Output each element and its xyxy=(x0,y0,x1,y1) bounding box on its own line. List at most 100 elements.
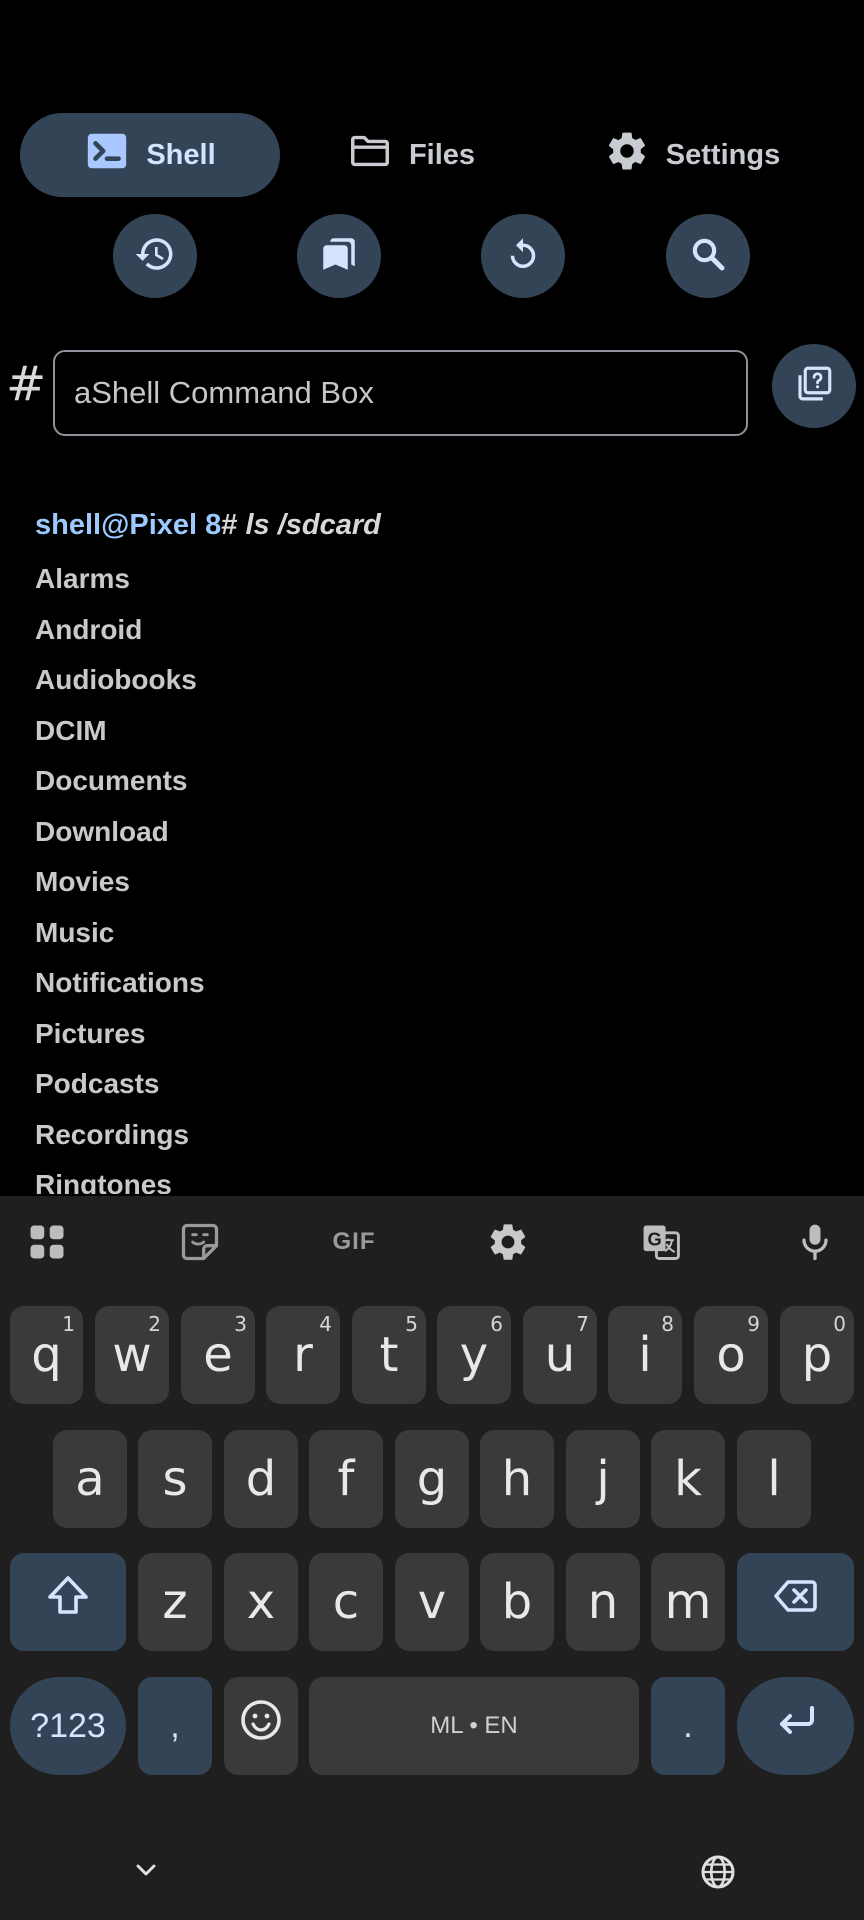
key-g[interactable]: g xyxy=(395,1430,469,1528)
enter-key[interactable] xyxy=(737,1677,854,1775)
tab-shell-label: Shell xyxy=(146,138,216,171)
command-help-icon xyxy=(793,363,835,410)
key-l[interactable]: l xyxy=(737,1430,811,1528)
output-line: Audiobooks xyxy=(35,664,197,695)
tab-files[interactable]: Files xyxy=(280,113,542,197)
refresh-button[interactable] xyxy=(481,214,565,298)
key-hint: 5 xyxy=(405,1312,418,1336)
output-line: Recordings xyxy=(35,1118,190,1150)
key-hint: 9 xyxy=(747,1312,760,1336)
key-w[interactable]: w2 xyxy=(95,1306,169,1404)
key-v[interactable]: v xyxy=(395,1553,469,1651)
prompt-hash-symbol: # xyxy=(6,356,47,412)
tab-settings[interactable]: Settings xyxy=(542,113,842,197)
emoji-key[interactable] xyxy=(224,1677,298,1775)
key-t[interactable]: t5 xyxy=(352,1306,426,1404)
comma-key[interactable]: , xyxy=(138,1677,212,1775)
globe-language-icon[interactable] xyxy=(696,1850,740,1894)
output-line: Android xyxy=(35,613,143,645)
prompt-line: shell@Pixel 8# ls /sdcard xyxy=(35,504,835,546)
key-hint: 8 xyxy=(661,1312,674,1336)
key-q[interactable]: q1 xyxy=(10,1306,83,1404)
key-c[interactable]: c xyxy=(309,1553,383,1651)
key-d[interactable]: d xyxy=(224,1430,298,1528)
action-bar xyxy=(0,214,864,298)
bookmarks-icon xyxy=(318,233,360,280)
apps-grid-icon[interactable] xyxy=(19,1214,75,1270)
output-line: Ringtones xyxy=(35,1169,172,1194)
output-line: Download xyxy=(35,815,169,847)
key-hint: 1 xyxy=(62,1312,75,1336)
space-key[interactable]: ML • EN xyxy=(309,1677,639,1775)
key-hint: 3 xyxy=(234,1312,247,1336)
key-e[interactable]: e3 xyxy=(181,1306,255,1404)
tab-settings-label: Settings xyxy=(665,138,781,171)
bookmarks-button[interactable] xyxy=(297,214,381,298)
key-label: p xyxy=(801,1327,833,1383)
output-line: Documents xyxy=(35,765,188,796)
key-b[interactable]: b xyxy=(480,1553,554,1651)
gear-icon xyxy=(604,128,650,182)
mic-icon[interactable] xyxy=(787,1214,843,1270)
key-s[interactable]: s xyxy=(138,1430,212,1528)
output-line: Music xyxy=(35,916,115,948)
prompt-hash: # xyxy=(221,509,238,541)
key-z[interactable]: z xyxy=(138,1553,212,1651)
key-label: q xyxy=(31,1327,62,1383)
shift-key[interactable] xyxy=(10,1553,126,1651)
shift-icon xyxy=(44,1572,92,1632)
svg-text:G: G xyxy=(647,1229,661,1250)
key-j[interactable]: j xyxy=(566,1430,640,1528)
enter-icon xyxy=(772,1696,820,1756)
key-hint: 7 xyxy=(576,1312,589,1336)
key-hint: 6 xyxy=(490,1312,503,1336)
key-u[interactable]: u7 xyxy=(523,1306,597,1404)
key-label: e xyxy=(203,1327,233,1383)
backspace-key[interactable] xyxy=(737,1553,854,1651)
command-input[interactable]: aShell Command Box xyxy=(53,350,748,436)
period-key[interactable]: . xyxy=(651,1677,725,1775)
key-i[interactable]: i8 xyxy=(608,1306,682,1404)
key-label: t xyxy=(379,1327,399,1383)
key-label: y xyxy=(459,1327,489,1383)
keyboard-toolbar: GIF G xyxy=(0,1196,864,1288)
key-p[interactable]: p0 xyxy=(780,1306,854,1404)
soft-keyboard: GIF G q1 w2 e3 r4 t5 y6 u7 i8 o9 p0 a s … xyxy=(0,1196,864,1920)
top-tab-bar: Shell Files Settings xyxy=(20,113,844,197)
tab-files-label: Files xyxy=(408,138,476,171)
key-f[interactable]: f xyxy=(309,1430,383,1528)
key-m[interactable]: m xyxy=(651,1553,725,1651)
key-k[interactable]: k xyxy=(651,1430,725,1528)
key-h[interactable]: h xyxy=(480,1430,554,1528)
gear-icon[interactable] xyxy=(480,1214,536,1270)
key-x[interactable]: x xyxy=(224,1553,298,1651)
key-label: o xyxy=(716,1327,746,1383)
key-r[interactable]: r4 xyxy=(266,1306,340,1404)
terminal-icon xyxy=(84,128,130,182)
translate-icon[interactable]: G xyxy=(633,1214,689,1270)
key-y[interactable]: y6 xyxy=(437,1306,511,1404)
gif-button[interactable]: GIF xyxy=(326,1214,382,1270)
tab-shell[interactable]: Shell xyxy=(20,113,280,197)
history-button[interactable] xyxy=(113,214,197,298)
hide-keyboard-icon[interactable] xyxy=(126,1854,166,1886)
key-hint: 0 xyxy=(833,1312,846,1336)
emoji-icon xyxy=(237,1696,285,1756)
key-label: i xyxy=(638,1327,652,1383)
search-button[interactable] xyxy=(666,214,750,298)
key-label: u xyxy=(544,1327,576,1383)
symbols-key[interactable]: ?123 xyxy=(10,1677,126,1775)
key-label: w xyxy=(112,1327,152,1383)
key-hint: 4 xyxy=(319,1312,332,1336)
sticker-icon[interactable] xyxy=(172,1214,228,1270)
backspace-icon xyxy=(772,1572,820,1632)
key-n[interactable]: n xyxy=(566,1553,640,1651)
refresh-icon xyxy=(502,233,544,280)
command-help-button[interactable] xyxy=(772,344,856,428)
folder-icon xyxy=(347,128,393,182)
output-line: Notifications xyxy=(35,967,205,998)
prompt-user: shell@Pixel 8 xyxy=(35,509,222,541)
output-line: Movies xyxy=(35,866,130,897)
key-o[interactable]: o9 xyxy=(694,1306,768,1404)
key-a[interactable]: a xyxy=(53,1430,127,1528)
